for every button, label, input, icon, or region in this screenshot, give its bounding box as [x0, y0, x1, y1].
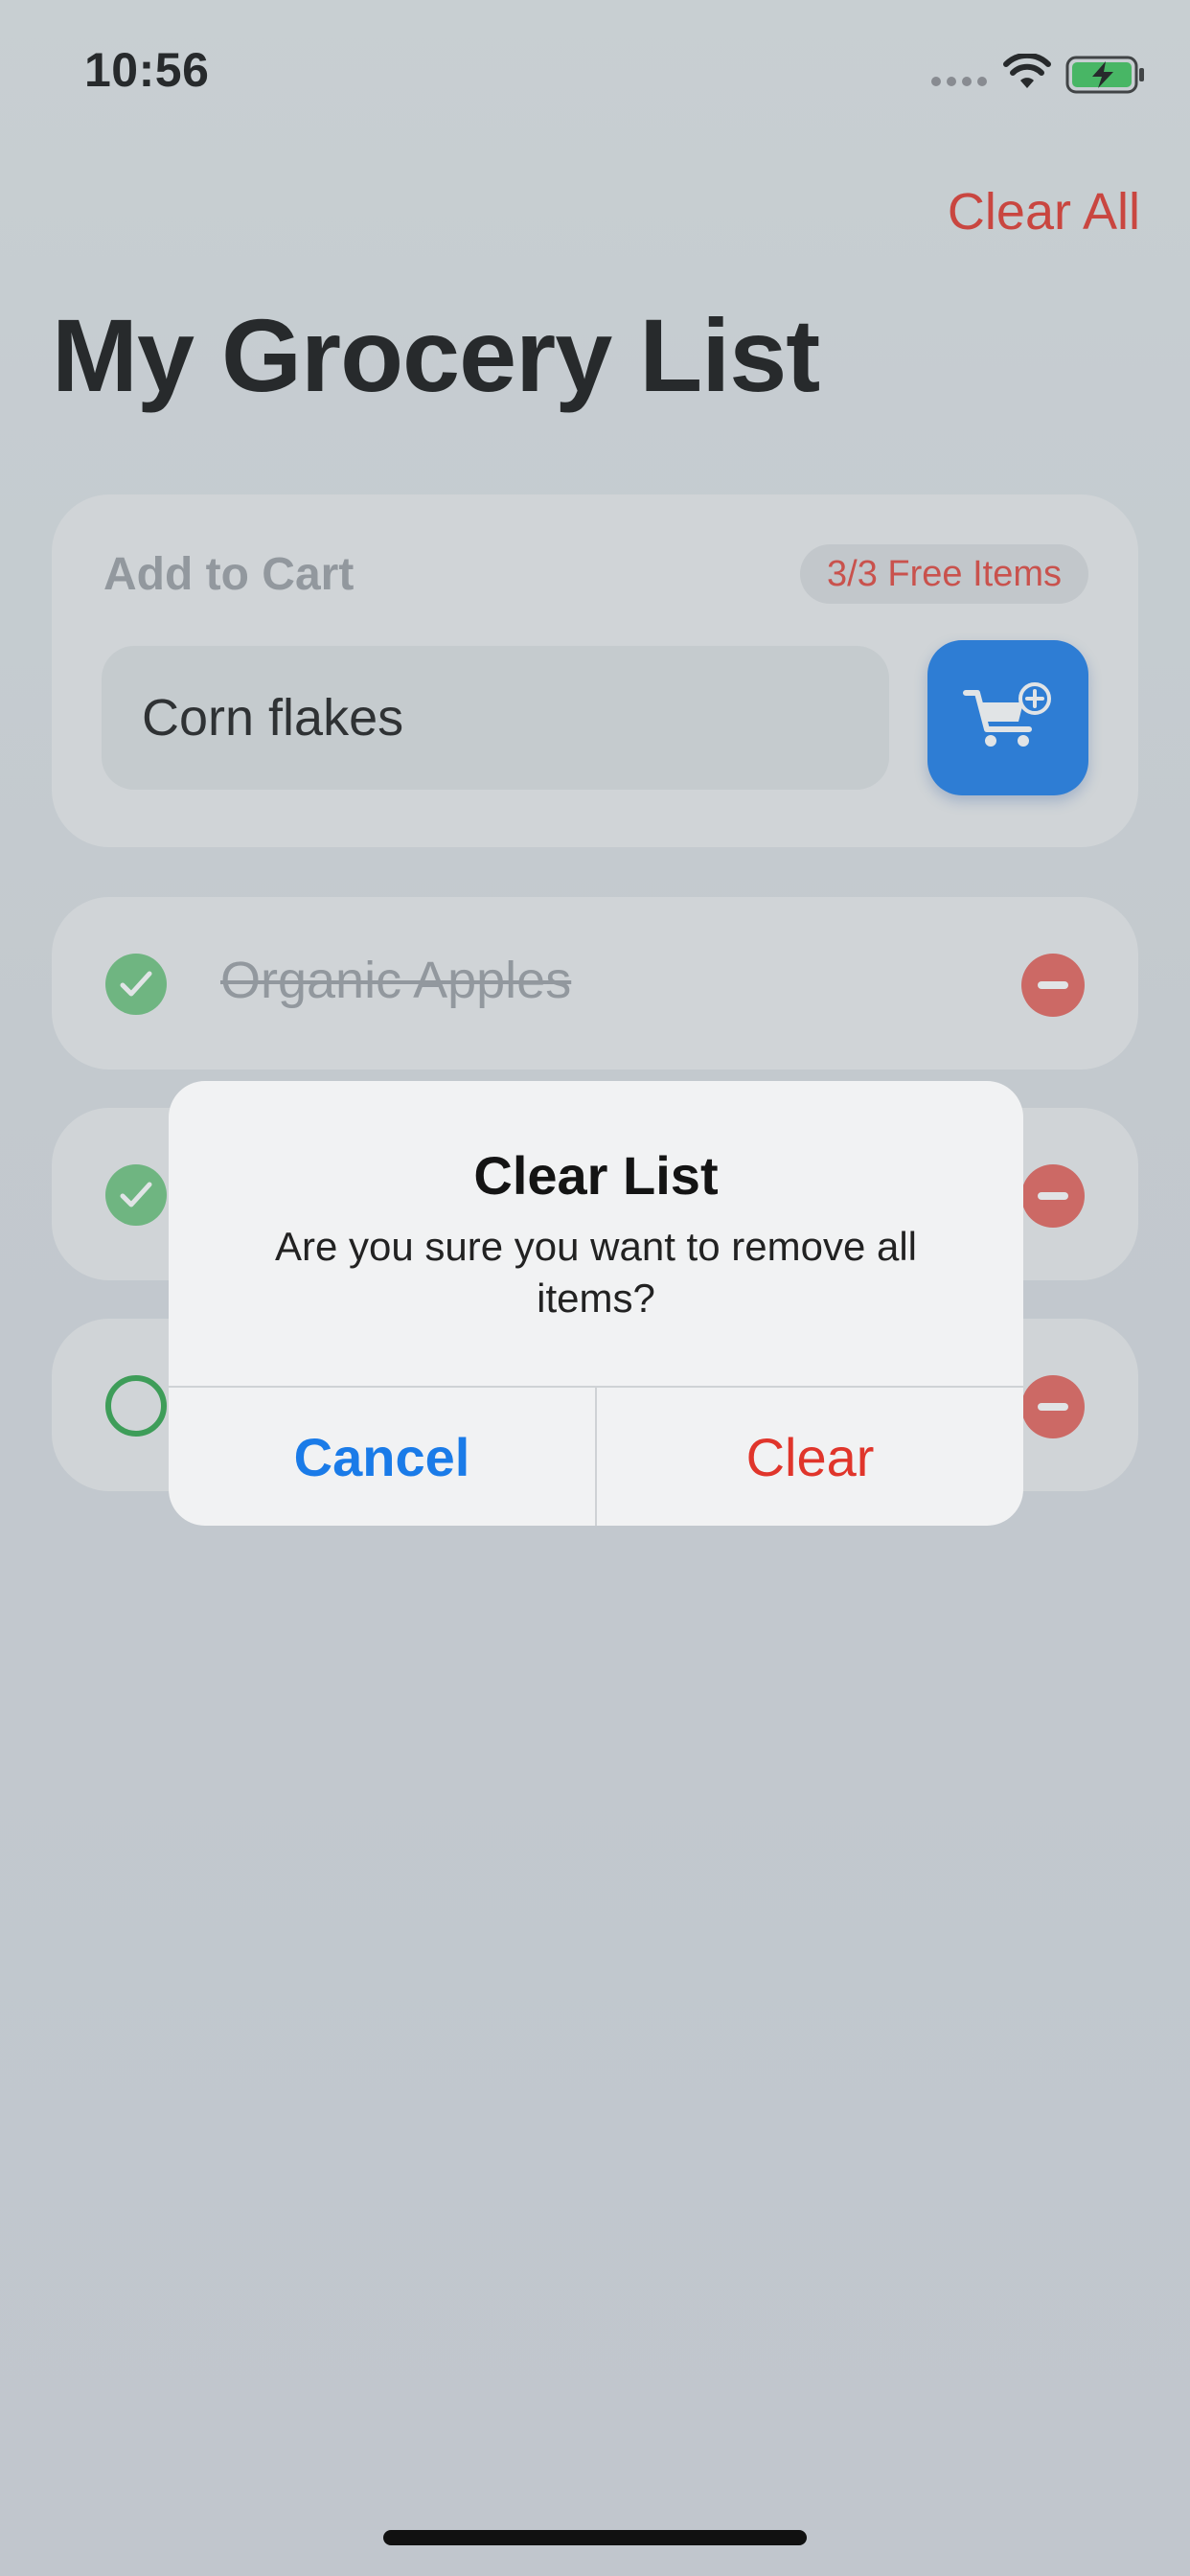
alert-message: Are you sure you want to remove all item… [275, 1224, 917, 1321]
confirm-clear-button[interactable]: Clear [597, 1388, 1023, 1526]
clear-list-alert: Clear List Are you sure you want to remo… [169, 1081, 1023, 1526]
cancel-button[interactable]: Cancel [169, 1388, 595, 1526]
home-indicator[interactable] [383, 2530, 807, 2545]
alert-title: Clear List [473, 1145, 719, 1206]
